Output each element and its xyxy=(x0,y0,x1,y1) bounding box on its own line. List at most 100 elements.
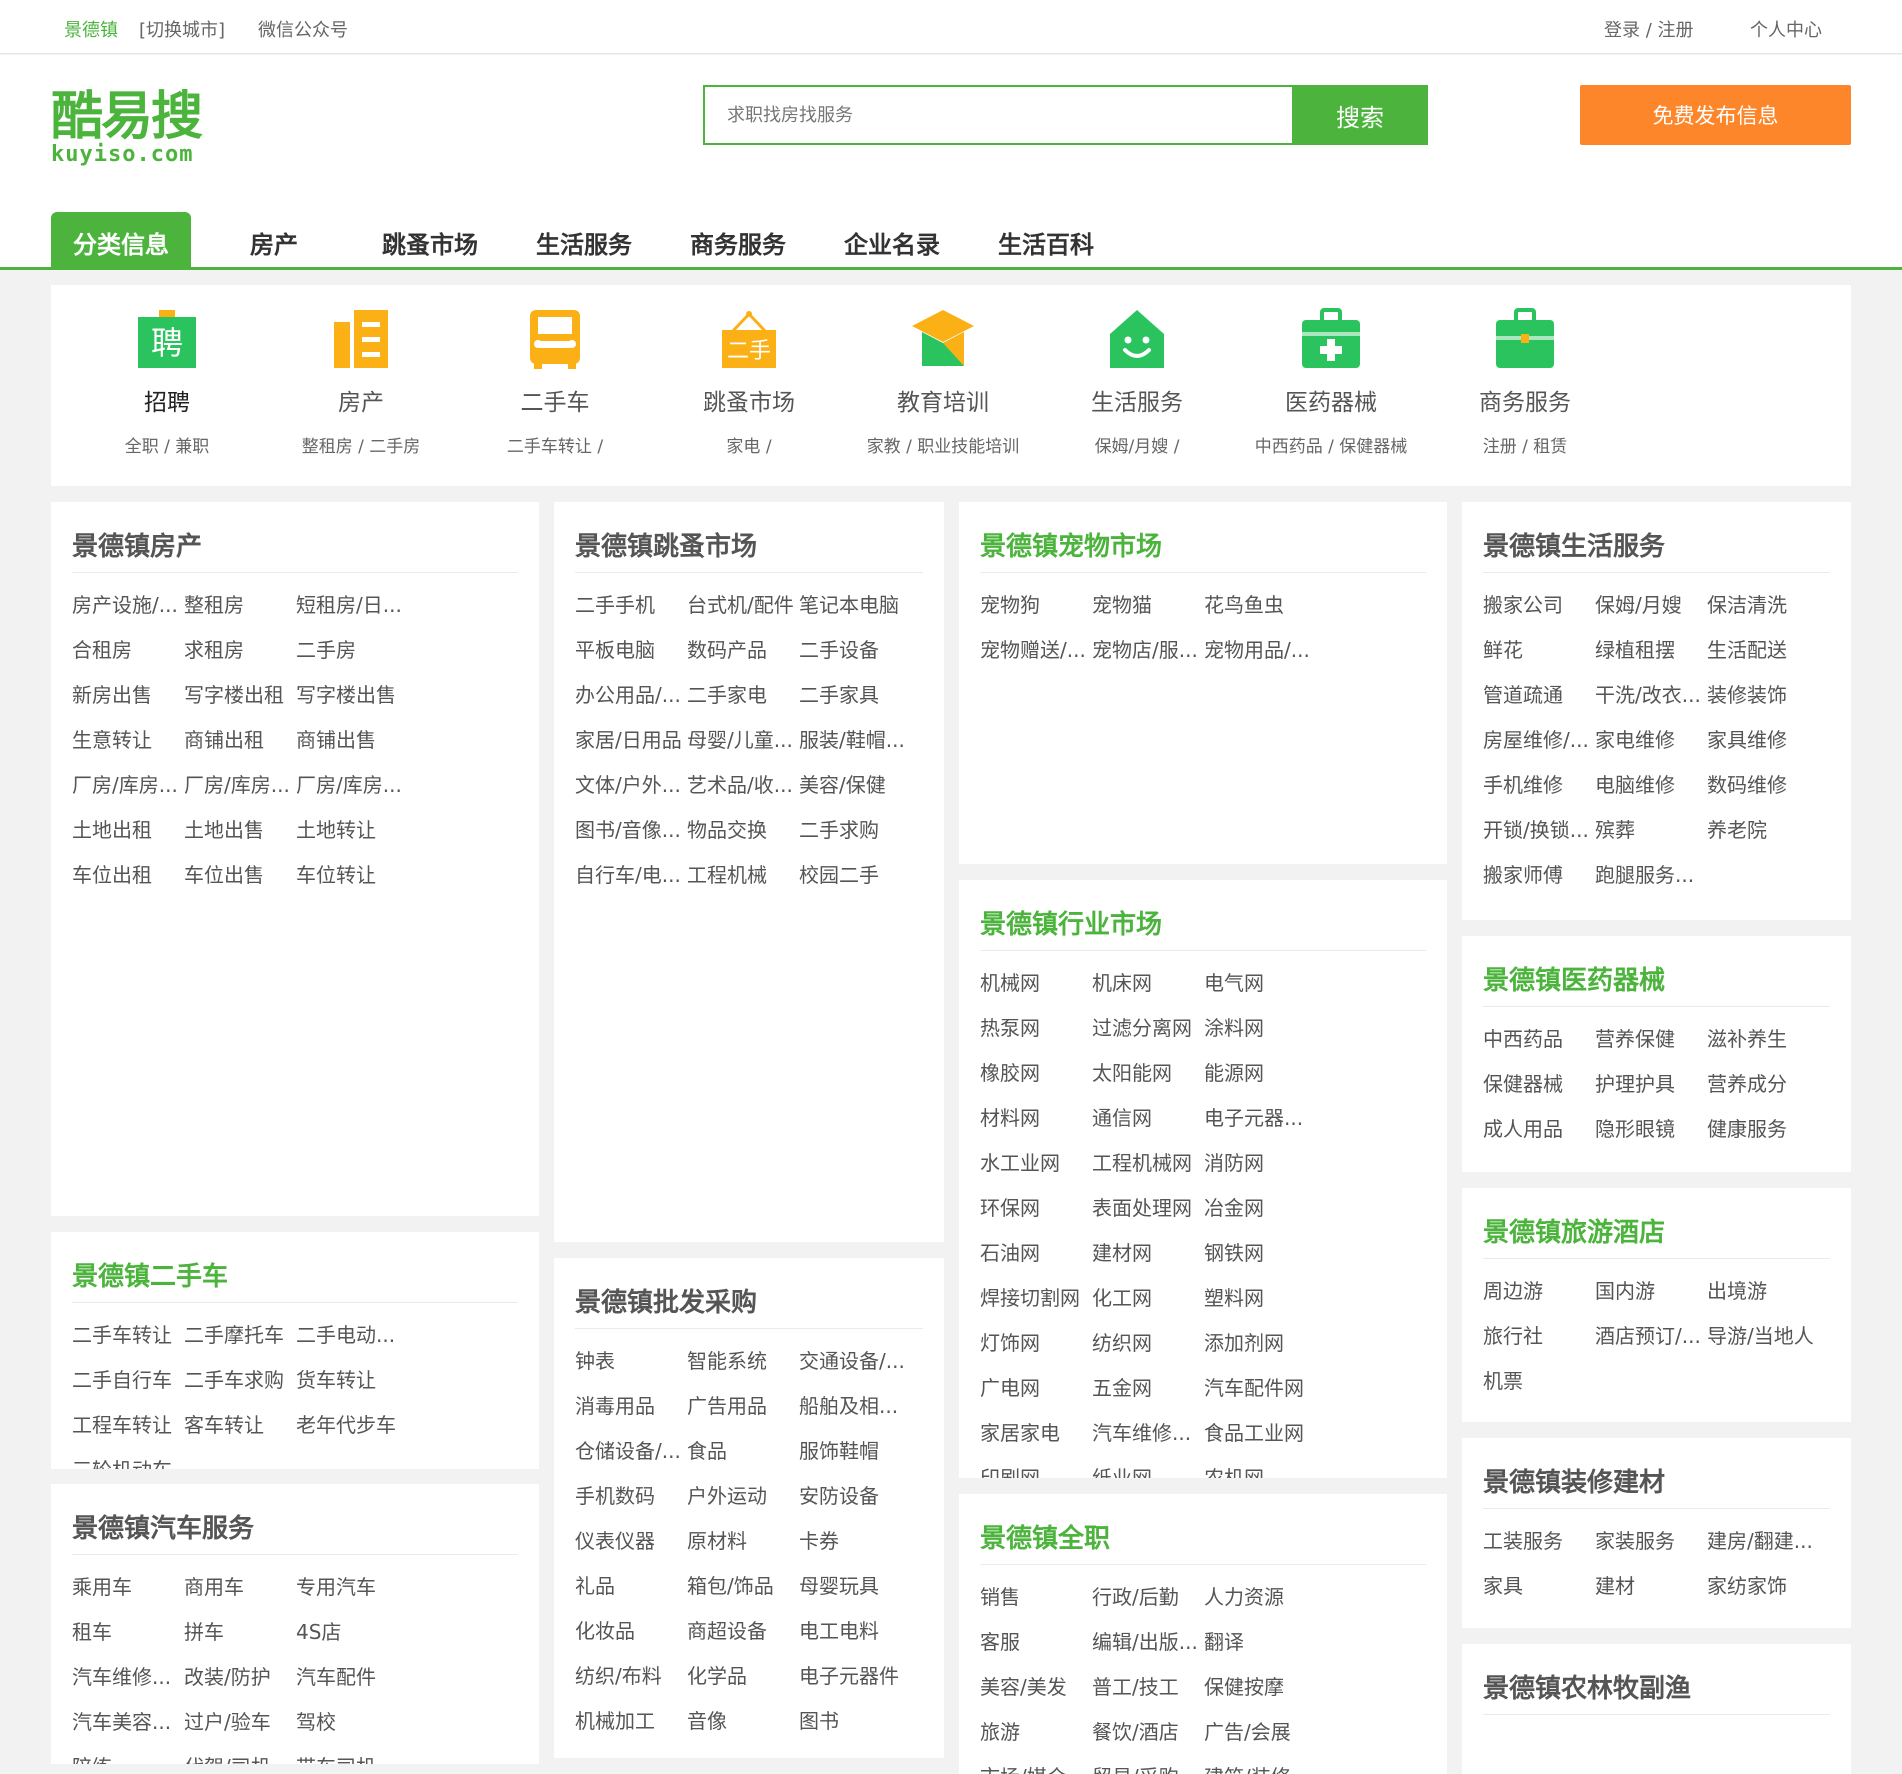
category-link[interactable]: 涂料网 xyxy=(1204,1006,1316,1051)
category-link[interactable]: 五金网 xyxy=(1092,1366,1204,1411)
category-link[interactable]: 老年代步车 xyxy=(296,1403,408,1448)
category-link[interactable]: 汽车维修... xyxy=(1092,1411,1204,1456)
category-link[interactable]: 商铺出租 xyxy=(184,718,296,763)
category-link[interactable]: 仓储设备/... xyxy=(575,1429,687,1474)
category-link[interactable]: 水工业网 xyxy=(980,1141,1092,1186)
category-link[interactable]: 音像 xyxy=(687,1699,799,1744)
category-link[interactable]: 旅行社 xyxy=(1483,1314,1595,1359)
category-link[interactable]: 服饰鞋帽 xyxy=(799,1429,911,1474)
category-link[interactable]: 环保网 xyxy=(980,1186,1092,1231)
category-link[interactable]: 干洗/改衣... xyxy=(1595,673,1707,718)
category-link[interactable]: 图书/音像... xyxy=(575,808,687,853)
category-link[interactable]: 二手自行车 xyxy=(72,1358,184,1403)
category-life-services[interactable]: 生活服务 保姆/月嫂 / xyxy=(1037,308,1237,457)
category-link[interactable]: 自行车/电... xyxy=(575,853,687,898)
category-link[interactable]: 箱包/饰品 xyxy=(687,1564,799,1609)
category-link[interactable]: 建材 xyxy=(1595,1564,1707,1609)
category-link[interactable]: 手机维修 xyxy=(1483,763,1595,808)
panel-title[interactable]: 景德镇行业市场 xyxy=(980,900,1426,951)
category-link[interactable]: 冶金网 xyxy=(1204,1186,1316,1231)
category-link[interactable]: 通信网 xyxy=(1092,1096,1204,1141)
category-real-estate[interactable]: 房产 整租房 / 二手房 xyxy=(261,308,461,457)
category-link[interactable]: 客车转让 xyxy=(184,1403,296,1448)
category-link[interactable]: 三轮机动车 xyxy=(72,1448,184,1469)
category-link[interactable]: 农机网 xyxy=(1204,1456,1316,1478)
nav-life-encyclopedia[interactable]: 生活百科 xyxy=(998,212,1094,268)
panel-title[interactable]: 景德镇全职 xyxy=(980,1514,1426,1565)
category-flea-market[interactable]: 二手 跳蚤市场 家电 / xyxy=(649,308,849,457)
category-link[interactable]: 酒店预订/... xyxy=(1595,1314,1707,1359)
category-link[interactable]: 市场/媒介 xyxy=(980,1755,1092,1774)
category-link[interactable]: 导游/当地人 xyxy=(1707,1314,1819,1359)
category-recruit[interactable]: 聘 招聘 全职 / 兼职 xyxy=(67,308,267,457)
panel-title[interactable]: 景德镇跳蚤市场 xyxy=(575,522,923,573)
category-link[interactable]: 汽车维修... xyxy=(72,1655,184,1700)
category-link[interactable]: 手机数码 xyxy=(575,1474,687,1519)
category-link[interactable]: 户外运动 xyxy=(687,1474,799,1519)
category-link[interactable]: 电气网 xyxy=(1204,961,1316,1006)
category-link[interactable]: 工程机械网 xyxy=(1092,1141,1204,1186)
panel-title[interactable]: 景德镇宠物市场 xyxy=(980,522,1426,573)
category-business[interactable]: 商务服务 注册 / 租赁 xyxy=(1425,308,1625,457)
category-link[interactable]: 过滤分离网 xyxy=(1092,1006,1204,1051)
category-link[interactable]: 建筑/装修 xyxy=(1204,1755,1316,1774)
category-link[interactable]: 台式机/配件 xyxy=(687,583,799,628)
category-link[interactable]: 宠物赠送/... xyxy=(980,628,1092,673)
category-link[interactable]: 驾校 xyxy=(296,1700,408,1745)
category-link[interactable]: 中西药品 xyxy=(1483,1017,1595,1062)
category-link[interactable]: 租车 xyxy=(72,1610,184,1655)
category-link[interactable]: 消毒用品 xyxy=(575,1384,687,1429)
category-link[interactable]: 汽车配件 xyxy=(296,1655,408,1700)
category-link[interactable]: 保洁清洗 xyxy=(1707,583,1819,628)
category-link[interactable]: 广告/会展 xyxy=(1204,1710,1316,1755)
category-link[interactable]: 过户/验车 xyxy=(184,1700,296,1745)
category-link[interactable]: 带车司机 xyxy=(296,1745,408,1764)
category-link[interactable]: 食品 xyxy=(687,1429,799,1474)
category-link[interactable]: 纺织网 xyxy=(1092,1321,1204,1366)
category-link[interactable]: 宠物狗 xyxy=(980,583,1092,628)
category-link[interactable]: 家电维修 xyxy=(1595,718,1707,763)
category-link[interactable]: 销售 xyxy=(980,1575,1092,1620)
category-link[interactable]: 电子元器件 xyxy=(799,1654,911,1699)
category-link[interactable]: 营养保健 xyxy=(1595,1017,1707,1062)
category-link[interactable]: 船舶及相... xyxy=(799,1384,911,1429)
category-link[interactable]: 二手摩托车 xyxy=(184,1313,296,1358)
category-link[interactable]: 家居家电 xyxy=(980,1411,1092,1456)
category-link[interactable]: 化工网 xyxy=(1092,1276,1204,1321)
category-link[interactable]: 厂房/库房... xyxy=(296,763,408,808)
category-link[interactable]: 二手电动... xyxy=(296,1313,408,1358)
category-link[interactable]: 健康服务 xyxy=(1707,1107,1819,1152)
category-link[interactable]: 翻译 xyxy=(1204,1620,1316,1665)
category-link[interactable]: 工程车转让 xyxy=(72,1403,184,1448)
category-link[interactable]: 数码产品 xyxy=(687,628,799,673)
category-link[interactable]: 智能系统 xyxy=(687,1339,799,1384)
category-link[interactable]: 写字楼出租 xyxy=(184,673,296,718)
category-link[interactable]: 化妆品 xyxy=(575,1609,687,1654)
category-education[interactable]: 教育培训 家教 / 职业技能培训 xyxy=(843,308,1043,457)
category-link[interactable]: 钟表 xyxy=(575,1339,687,1384)
category-link[interactable]: 商用车 xyxy=(184,1565,296,1610)
category-link[interactable]: 橡胶网 xyxy=(980,1051,1092,1096)
category-link[interactable]: 编辑/出版... xyxy=(1092,1620,1204,1665)
category-link[interactable]: 原材料 xyxy=(687,1519,799,1564)
category-link[interactable]: 搬家公司 xyxy=(1483,583,1595,628)
nav-company-directory[interactable]: 企业名录 xyxy=(844,212,940,268)
category-link[interactable]: 商超设备 xyxy=(687,1609,799,1654)
category-link[interactable]: 二手车转让 xyxy=(72,1313,184,1358)
category-link[interactable]: 房屋维修/... xyxy=(1483,718,1595,763)
category-link[interactable]: 广电网 xyxy=(980,1366,1092,1411)
category-link[interactable]: 营养成分 xyxy=(1707,1062,1819,1107)
category-link[interactable]: 宠物用品/... xyxy=(1204,628,1316,673)
category-link[interactable]: 消防网 xyxy=(1204,1141,1316,1186)
category-link[interactable]: 二手车求购 xyxy=(184,1358,296,1403)
category-link[interactable]: 电脑维修 xyxy=(1595,763,1707,808)
category-link[interactable]: 校园二手 xyxy=(799,853,911,898)
category-link[interactable]: 土地转让 xyxy=(296,808,408,853)
category-link[interactable]: 短租房/日... xyxy=(296,583,408,628)
category-link[interactable]: 贸易/采购 xyxy=(1092,1755,1204,1774)
category-link[interactable]: 求租房 xyxy=(184,628,296,673)
category-link[interactable]: 养老院 xyxy=(1707,808,1819,853)
category-link[interactable]: 二手手机 xyxy=(575,583,687,628)
user-center-link[interactable]: 个人中心 xyxy=(1750,16,1822,42)
category-link[interactable]: 餐饮/酒店 xyxy=(1092,1710,1204,1755)
